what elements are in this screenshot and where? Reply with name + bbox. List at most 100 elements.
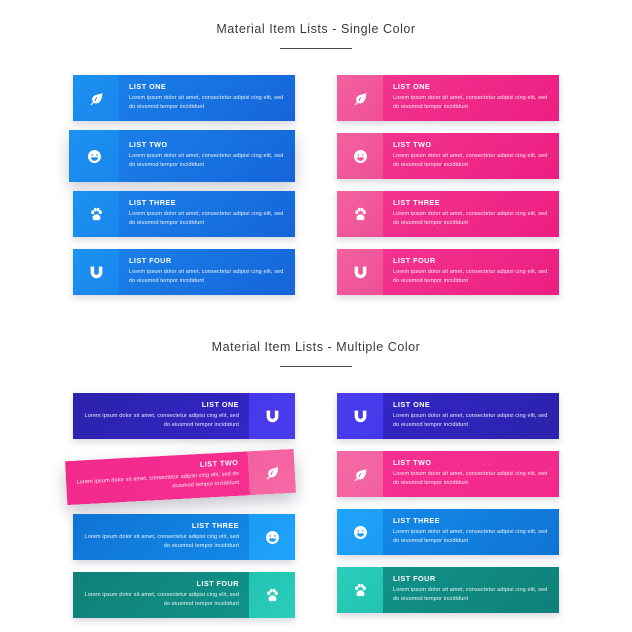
list-item-slot: LIST FOUR Lorem ipsum dolor sit amet, con… [337,245,559,300]
list-item[interactable]: LIST THREE Lorem ipsum dolor sit amet, co… [337,509,559,555]
smiley-icon [353,149,368,164]
paw-icon [353,583,368,598]
section-single-color: Material Item Lists - Single Color LIST … [0,23,632,303]
section-header: Material Item Lists - Single Color [0,23,632,49]
list-item-icon-panel [337,451,383,497]
list-item[interactable]: LIST THREE Lorem ipsum dolor sit amet, co… [73,514,295,560]
list-item-body: LIST THREE Lorem ipsum dolor sit amet, co… [383,509,559,555]
list-item-slot: LIST ONE Lorem ipsum dolor sit amet, cons… [337,389,559,444]
list-item[interactable]: LIST FOUR Lorem ipsum dolor sit amet, con… [337,249,559,295]
list-item-title: LIST TWO [129,140,168,150]
list-item-body: LIST TWO Lorem ipsum dolor sit amet, cons… [119,130,295,182]
list-item-description: Lorem ipsum dolor sit amet, consectetur … [84,412,239,429]
list-item-body: LIST TWO Lorem ipsum dolor sit amet, cons… [383,451,559,497]
leaf-icon [353,467,368,482]
list-item-icon-panel [337,191,383,237]
list-item-title: LIST THREE [129,198,177,208]
list-item-body: LIST ONE Lorem ipsum dolor sit amet, cons… [383,75,559,121]
list-item-title: LIST ONE [201,400,239,410]
list-item-icon-panel [337,133,383,179]
list-item-title: LIST FOUR [393,574,436,584]
list-item-title: LIST ONE [393,82,431,92]
paw-icon [353,207,368,222]
list-item[interactable]: LIST FOUR Lorem ipsum dolor sit amet, con… [73,249,295,295]
list-item-slot: LIST ONE Lorem ipsum dolor sit amet, cons… [337,71,559,126]
list-item-body: LIST THREE Lorem ipsum dolor sit amet, co… [383,191,559,237]
leaf-icon [264,464,280,480]
list-item-icon-panel [247,448,297,495]
list-item-icon-panel [337,75,383,121]
list-item[interactable]: LIST FOUR Lorem ipsum dolor sit amet, con… [73,572,295,618]
list-item-icon-panel [337,509,383,555]
blue-column: LIST ONE Lorem ipsum dolor sit amet, cons… [69,71,295,303]
list-item-title: LIST FOUR [196,579,239,589]
card-grid: LIST ONE Lorem ipsum dolor sit amet, cons… [0,389,632,626]
list-item[interactable]: LIST THREE Lorem ipsum dolor sit amet, co… [337,191,559,237]
page-root: Material Item Lists - Single Color LIST … [0,0,632,632]
list-item-description: Lorem ipsum dolor sit amet, consectetur … [393,470,548,487]
list-item[interactable]: LIST FOUR Lorem ipsum dolor sit amet, con… [337,567,559,613]
list-item-body: LIST ONE Lorem ipsum dolor sit amet, cons… [119,75,295,121]
list-item-body: LIST FOUR Lorem ipsum dolor sit amet, con… [73,572,249,618]
list-item-slot: LIST FOUR Lorem ipsum dolor sit amet, con… [337,563,559,618]
pink-column: LIST ONE Lorem ipsum dolor sit amet, cons… [337,71,559,303]
list-item[interactable]: LIST ONE Lorem ipsum dolor sit amet, cons… [73,393,295,439]
list-item-body: LIST TWO Lorem ipsum dolor sit amet, cons… [383,133,559,179]
list-item-title: LIST TWO [393,140,432,150]
list-item-body: LIST THREE Lorem ipsum dolor sit amet, co… [73,514,249,560]
list-item-slot: LIST THREE Lorem ipsum dolor sit amet, co… [337,505,559,560]
section-title: Material Item Lists - Single Color [216,22,416,36]
smiley-icon [265,530,280,545]
list-item[interactable]: LIST ONE Lorem ipsum dolor sit amet, cons… [73,75,295,121]
list-item[interactable]: LIST ONE Lorem ipsum dolor sit amet, cons… [337,393,559,439]
list-item-icon-panel [249,514,295,560]
list-item-description: Lorem ipsum dolor sit amet, consectetur … [84,533,239,550]
list-item-description: Lorem ipsum dolor sit amet, consectetur … [393,94,548,111]
list-item-description: Lorem ipsum dolor sit amet, consectetur … [393,586,548,603]
list-item-title: LIST THREE [393,198,441,208]
leaf-icon [353,91,368,106]
list-item-slot: LIST FOUR Lorem ipsum dolor sit amet, con… [73,245,295,300]
smiley-icon [87,149,102,164]
list-item-description: Lorem ipsum dolor sit amet, consectetur … [129,152,284,169]
list-item-description: Lorem ipsum dolor sit amet, consectetur … [393,268,548,285]
list-item-slot: LIST FOUR Lorem ipsum dolor sit amet, con… [73,568,295,623]
list-item-icon-panel [73,191,119,237]
list-item-body: LIST ONE Lorem ipsum dolor sit amet, cons… [73,393,249,439]
section-title: Material Item Lists - Multiple Color [211,340,421,354]
list-item[interactable]: LIST TWO Lorem ipsum dolor sit amet, cons… [69,130,295,182]
list-item[interactable]: LIST TWO Lorem ipsum dolor sit amet, cons… [337,451,559,497]
smiley-icon [353,525,368,540]
list-item-body: LIST ONE Lorem ipsum dolor sit amet, cons… [383,393,559,439]
list-item-icon-panel [337,567,383,613]
list-item[interactable]: LIST TWO Lorem ipsum dolor sit amet, cons… [64,448,297,505]
list-item-description: Lorem ipsum dolor sit amet, consectetur … [393,412,548,429]
list-item-icon-panel [337,249,383,295]
list-item[interactable]: LIST THREE Lorem ipsum dolor sit amet, co… [73,191,295,237]
list-item-body: LIST FOUR Lorem ipsum dolor sit amet, con… [119,249,295,295]
list-item-description: Lorem ipsum dolor sit amet, consectetur … [129,210,284,227]
list-item-title: LIST ONE [129,82,167,92]
magnet-icon [265,409,280,424]
list-item-slot: LIST THREE Lorem ipsum dolor sit amet, co… [73,510,295,565]
list-item-slot: LIST TWO Lorem ipsum dolor sit amet, cons… [337,129,559,184]
leaf-icon [89,91,104,106]
list-item-slot: LIST TWO Lorem ipsum dolor sit amet, cons… [69,129,295,184]
magnet-icon [353,265,368,280]
magnet-icon [353,409,368,424]
list-item-body: LIST TWO Lorem ipsum dolor sit amet, cons… [64,450,251,505]
list-item-title: LIST ONE [393,400,431,410]
list-item[interactable]: LIST ONE Lorem ipsum dolor sit amet, cons… [337,75,559,121]
section-multiple-color: Material Item Lists - Multiple Color LIS… [0,341,632,626]
list-item-icon-panel [249,393,295,439]
multi-left-column: LIST ONE Lorem ipsum dolor sit amet, cons… [64,389,297,626]
list-item-icon-panel [337,393,383,439]
list-item-description: Lorem ipsum dolor sit amet, consectetur … [129,268,284,285]
list-item-icon-panel [73,249,119,295]
list-item[interactable]: LIST TWO Lorem ipsum dolor sit amet, cons… [337,133,559,179]
list-item-body: LIST FOUR Lorem ipsum dolor sit amet, con… [383,567,559,613]
list-item-title: LIST FOUR [393,256,436,266]
paw-icon [265,588,280,603]
list-item-description: Lorem ipsum dolor sit amet, consectetur … [129,94,284,111]
list-item-description: Lorem ipsum dolor sit amet, consectetur … [393,528,548,545]
